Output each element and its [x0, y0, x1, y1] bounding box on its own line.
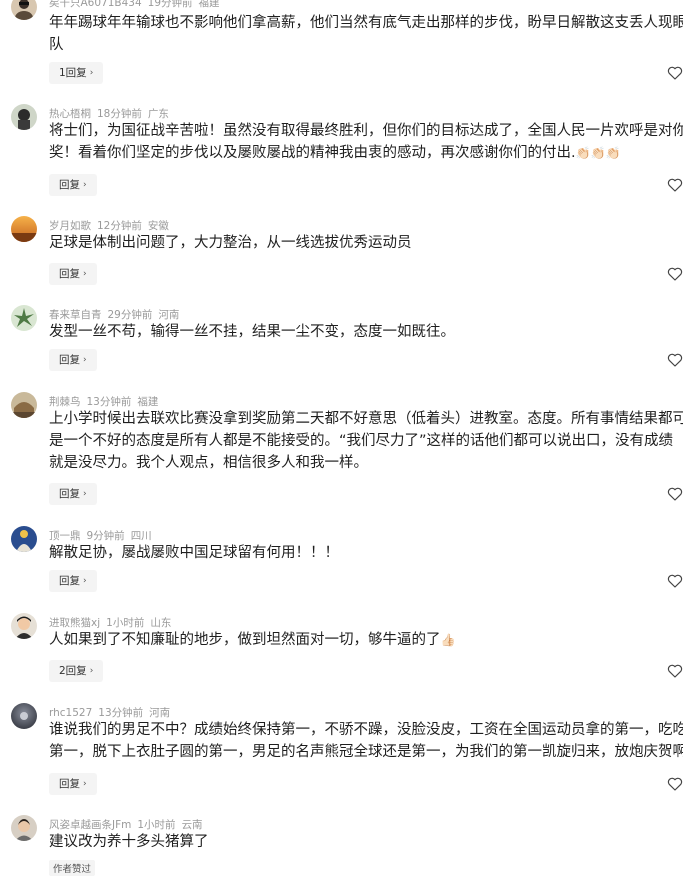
chevron-right-icon: › [83, 576, 87, 586]
timestamp: 18分钟前 [97, 108, 142, 120]
clap-emoji: 👏🏻👏🏻👏🏻 [575, 146, 621, 160]
reply-label: 回复 [59, 575, 80, 587]
comment-text: 将士们，为国征战辛苦啦！虽然没有取得最终胜利，但你们的目标达成了，全国人民一片欢… [49, 123, 683, 161]
chevron-right-icon: › [83, 779, 87, 789]
timestamp: 1小时前 [137, 819, 176, 831]
comment-meta: 春来草自青 29分钟前 河南 [49, 307, 185, 322]
location: 山东 [150, 617, 172, 629]
author-liked-badge: 作者赞过 [49, 860, 96, 876]
reply-label: 回复 [59, 179, 80, 191]
username[interactable]: 岁月如歌 [49, 220, 91, 232]
timestamp: 19分钟前 [147, 0, 193, 9]
heart-icon[interactable] [667, 65, 683, 81]
timestamp: 12分钟前 [97, 220, 142, 232]
heart-icon[interactable] [667, 266, 683, 282]
thumbs-up-emoji: 👍🏻 [440, 633, 456, 647]
reply-button[interactable]: 回复 › [49, 349, 97, 371]
heart-icon[interactable] [667, 352, 683, 368]
reply-button[interactable]: 回复 › [49, 263, 97, 285]
comment-text: 上小学时候出去联欢比赛没拿到奖励第二天都不好意思（低着头）进教室。态度。所有事情… [49, 411, 683, 471]
comment-meta: 矣干只A6071B434 19分钟前 福建 [49, 0, 226, 10]
timestamp: 13分钟前 [86, 396, 132, 408]
reply-button[interactable]: 2回复 › [49, 660, 104, 682]
reply-button[interactable]: 1回复 › [49, 62, 104, 84]
location: 福建 [198, 0, 220, 9]
reply-label: 回复 [59, 488, 80, 500]
reply-button[interactable]: 回复 › [49, 773, 97, 795]
timestamp: 1小时前 [106, 617, 145, 629]
reply-button[interactable]: 回复 › [49, 174, 97, 196]
username[interactable]: 热心梧桐 [49, 108, 91, 120]
heart-icon[interactable] [667, 486, 683, 502]
avatar[interactable] [11, 526, 37, 552]
comment-meta: 岁月如歌 12分钟前 安徽 [49, 218, 175, 233]
chevron-right-icon: › [83, 180, 87, 190]
chevron-right-icon: › [89, 68, 94, 78]
avatar[interactable] [11, 703, 37, 729]
reply-label: 回复 [59, 778, 80, 790]
chevron-right-icon: › [83, 269, 87, 279]
comment-meta: 荆棘鸟 13分钟前 福建 [49, 394, 164, 409]
location: 云南 [181, 819, 203, 831]
avatar[interactable] [11, 0, 37, 20]
avatar[interactable] [11, 216, 37, 242]
chevron-right-icon: › [83, 355, 87, 365]
username[interactable]: 风姿卓越画条JFm [49, 819, 131, 831]
comment-meta: 热心梧桐 18分钟前 广东 [49, 106, 175, 121]
comment-text: 解散足协，屡战屡败中国足球留有何用！！！ [49, 545, 339, 561]
username[interactable]: 矣干只A6071B434 [49, 0, 142, 9]
reply-label: 回复 [59, 268, 80, 280]
reply-button[interactable]: 回复 › [49, 570, 97, 592]
comment-meta: rhc1527 13分钟前 河南 [49, 705, 176, 720]
avatar[interactable] [11, 104, 37, 130]
comment-text: 年年踢球年年输球也不影响他们拿高薪，他们当然有底气走出那样的步伐，盼早日解散这支… [49, 15, 683, 53]
avatar[interactable] [11, 613, 37, 639]
username[interactable]: 荆棘鸟 [49, 396, 81, 408]
comment-meta: 顶一鼎 9分钟前 四川 [49, 528, 158, 543]
heart-icon[interactable] [667, 177, 683, 193]
timestamp: 13分钟前 [98, 707, 144, 719]
comment-text: 人如果到了不知廉耻的地步，做到坦然面对一切，够牛逼的了👍🏻 [49, 632, 456, 648]
heart-icon[interactable] [667, 663, 683, 679]
comment-meta: 风姿卓越画条JFm 1小时前 云南 [49, 817, 209, 832]
comment-text: 建议改为养十多头猪算了 [49, 834, 209, 850]
reply-button[interactable]: 回复 › [49, 483, 97, 505]
chevron-right-icon: › [89, 666, 94, 676]
comment-meta: 进取熊猫xj 1小时前 山东 [49, 615, 177, 630]
timestamp: 9分钟前 [86, 530, 125, 542]
username[interactable]: rhc1527 [49, 707, 92, 719]
comment-text: 谁说我们的男足不中？成绩始终保持第一，不骄不躁，没脸没皮，工资在全国运动员拿的第… [49, 722, 683, 760]
username[interactable]: 顶一鼎 [49, 530, 81, 542]
reply-label: 回复 [59, 354, 80, 366]
avatar[interactable] [11, 392, 37, 418]
location: 安徽 [147, 220, 169, 232]
username[interactable]: 春来草自青 [49, 309, 102, 321]
timestamp: 29分钟前 [107, 309, 153, 321]
location: 河南 [149, 707, 171, 719]
location: 广东 [147, 108, 169, 120]
username[interactable]: 进取熊猫xj [49, 617, 100, 629]
comment-text: 发型一丝不苟，输得一丝不挂，结果一尘不变，态度一如既往。 [49, 324, 455, 340]
location: 福建 [137, 396, 159, 408]
heart-icon[interactable] [667, 776, 683, 792]
chevron-right-icon: › [83, 489, 87, 499]
avatar[interactable] [11, 815, 37, 841]
location: 四川 [130, 530, 152, 542]
location: 河南 [158, 309, 180, 321]
comment-text: 足球是体制出问题了，大力整治，从一线选拔优秀运动员 [49, 235, 412, 251]
avatar[interactable] [11, 305, 37, 331]
reply-label: 1回复 [59, 67, 87, 79]
heart-icon[interactable] [667, 573, 683, 589]
reply-label: 2回复 [59, 665, 87, 677]
